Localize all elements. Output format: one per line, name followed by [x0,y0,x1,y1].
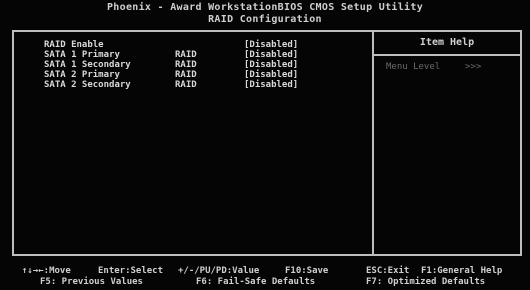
setting-label: SATA 1 Secondary [44,60,131,70]
help-panel-body: Menu Level >>> [386,62,481,72]
setting-mode: RAID [175,50,197,60]
menu-level-marker: >>> [465,62,482,72]
setting-value[interactable]: [Disabled] [244,70,298,80]
key-select: Enter:Select [98,266,164,276]
setting-label: SATA 1 Primary [44,50,120,60]
help-panel-rule [374,54,520,56]
bios-title: Phoenix - Award WorkstationBIOS CMOS Set… [106,2,424,13]
setting-mode: RAID [175,70,197,80]
setting-label: RAID Enable [44,40,104,50]
setting-label: SATA 2 Secondary [44,80,131,90]
setting-value[interactable]: [Disabled] [244,60,298,70]
key-optimized-defaults: F7: Optimized Defaults [366,277,486,287]
setting-mode: RAID [175,60,197,70]
key-exit: ESC:Exit [366,266,410,276]
menu-level-label: Menu Level [386,62,441,72]
key-previous-values: F5: Previous Values [40,277,143,287]
bios-header: Phoenix - Award WorkstationBIOS CMOS Set… [0,0,530,28]
setting-value[interactable]: [Disabled] [244,80,298,90]
key-failsafe-defaults: F6: Fail-Safe Defaults [196,277,316,287]
key-help: F1:General Help [421,266,503,276]
main-frame: RAID Enable [Disabled] SATA 1 Primary RA… [12,30,522,256]
key-move: ↑↓→←:Move [22,266,71,276]
help-panel-title: Item Help [419,37,475,48]
key-legend: ↑↓→←:Move Enter:Select +/-/PU/PD:Value F… [0,262,530,290]
panel-divider [372,32,374,254]
key-save: F10:Save [285,266,329,276]
page-title: RAID Configuration [208,14,322,25]
setting-mode: RAID [175,80,197,90]
setting-value[interactable]: [Disabled] [244,50,298,60]
setting-label: SATA 2 Primary [44,70,120,80]
key-value: +/-/PU/PD:Value [178,266,260,276]
setting-value[interactable]: [Disabled] [244,40,298,50]
